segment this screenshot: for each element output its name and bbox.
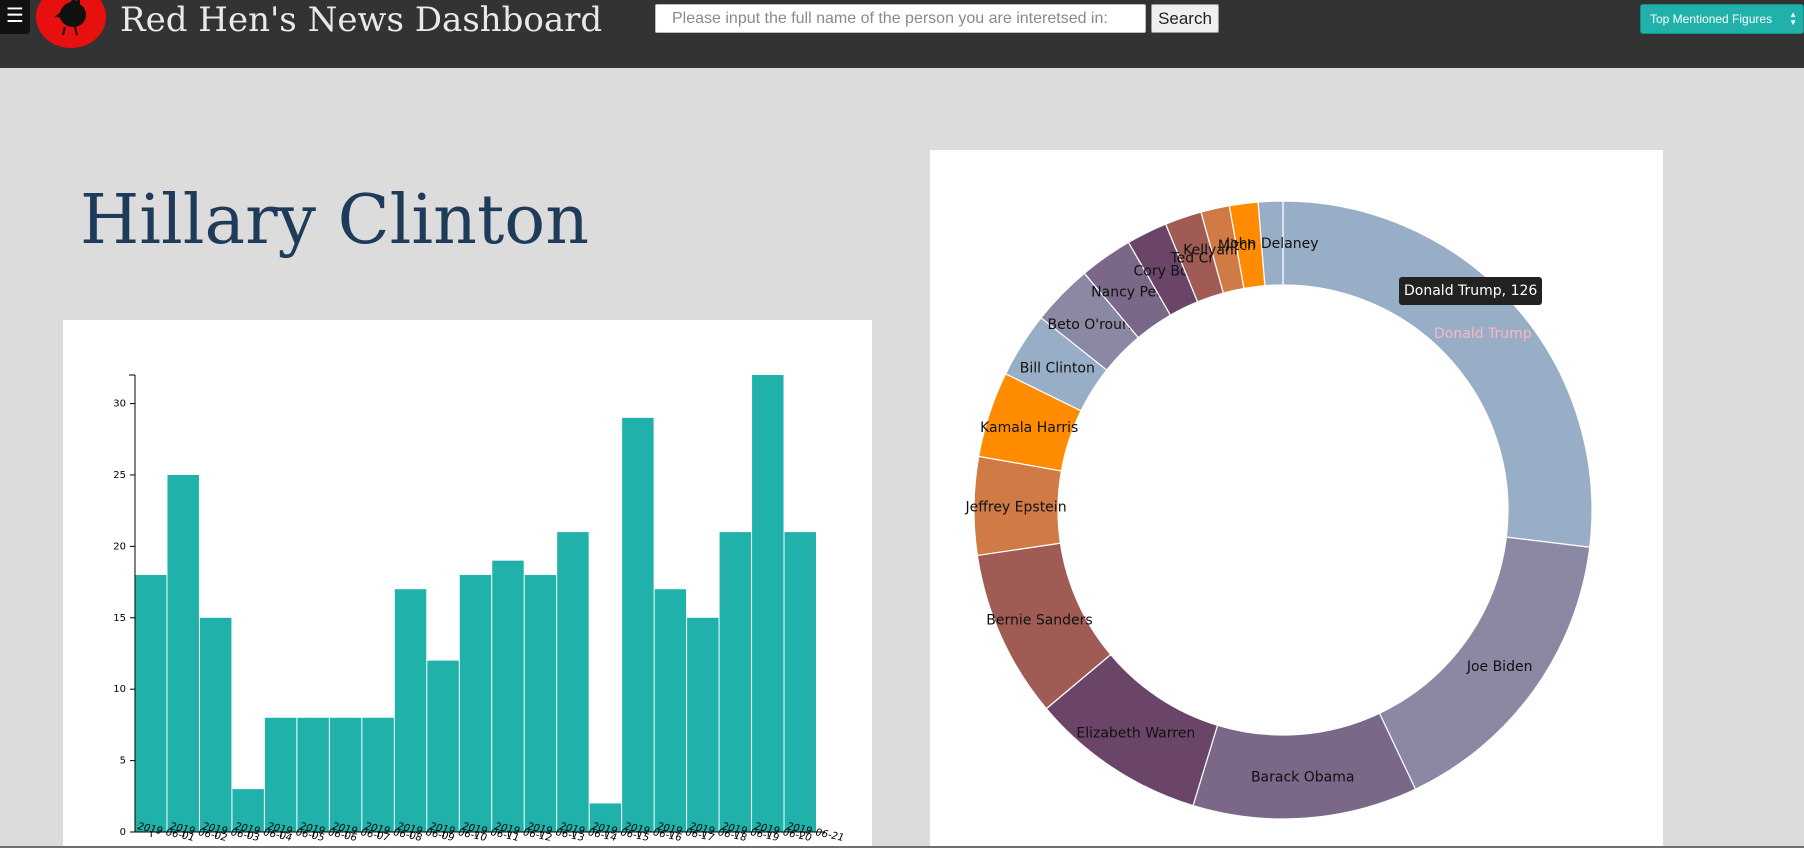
figures-select-label: Top Mentioned Figures — [1650, 12, 1773, 26]
donut-label-donald-trump: Donald Trump — [1434, 326, 1532, 342]
donut-label-jeffrey-epstein: Jeffrey Epstein — [964, 499, 1066, 515]
donut-slice-donald-trump[interactable] — [1282, 200, 1593, 548]
hamburger-menu-icon[interactable]: ☰ — [0, 0, 30, 34]
bar-2019-06-08[interactable] — [362, 717, 394, 832]
y-tick-label: 0 — [120, 827, 126, 838]
y-tick-label: 5 — [120, 756, 126, 767]
person-name-heading: Hillary Clinton — [80, 181, 590, 260]
bar-2019-06-18[interactable] — [687, 617, 719, 832]
rooster-icon — [54, 0, 87, 36]
y-tick-label: 10 — [113, 684, 126, 695]
bar-2019-06-02[interactable] — [167, 474, 199, 832]
bar-2019-06-10[interactable] — [427, 660, 459, 832]
bar-2019-06-05[interactable] — [264, 717, 297, 832]
bar-2019-06-12[interactable] — [492, 560, 524, 832]
bar-2019-06-03[interactable] — [199, 617, 232, 832]
mentions-bar-chart: 0510152025302019-06-012019-06-022019-06-… — [113, 374, 845, 844]
mentions-bar-chart-panel: 0 5 10 15 20 25 30 2019-06-01 2019-06-02 2019-06-… — [63, 320, 872, 848]
bar-2019-06-09[interactable] — [394, 589, 427, 832]
top-navbar: ☰ Red Hen's News Dashboard Search Top Me… — [0, 0, 1804, 68]
donut-label-barack-obama: Barack Obama — [1251, 769, 1354, 785]
bar-2019-06-21[interactable] — [784, 532, 816, 832]
bar-2019-06-13[interactable] — [524, 574, 557, 832]
donut-slice-barack-obama[interactable] — [1192, 712, 1417, 820]
person-search-input[interactable] — [655, 4, 1146, 33]
donut-label-bernie-sanders: Bernie Sanders — [986, 613, 1092, 629]
y-tick-label: 30 — [113, 399, 126, 410]
donut-label-joe-biden: Joe Biden — [1466, 659, 1533, 675]
select-updown-icon: ▲ ▼ — [1789, 10, 1797, 27]
bar-2019-06-20[interactable] — [752, 375, 784, 832]
donut-tooltip: Donald Trump, 126 — [1399, 277, 1543, 305]
rooster-logo-icon[interactable] — [36, 0, 106, 48]
donut-label-john-delaney: John Delaney — [1225, 236, 1319, 252]
bar-2019-06-19[interactable] — [719, 532, 752, 832]
donut-label-bill-clinton: Bill Clinton — [1020, 360, 1095, 376]
bar-2019-06-16[interactable] — [622, 417, 654, 832]
donut-label-elizabeth-warren: Elizabeth Warren — [1076, 726, 1195, 742]
bar-2019-06-06[interactable] — [297, 717, 329, 832]
figures-donut-chart-panel: Donald Trump Joe Biden Barack Obama Elizabe… — [930, 150, 1663, 848]
y-tick-label: 15 — [113, 613, 126, 624]
bar-2019-06-07[interactable] — [329, 717, 362, 832]
figures-donut-chart: Donald Trump Joe Biden Barack Obama Elizabe… — [964, 200, 1593, 820]
app-title: Red Hen's News Dashboard — [120, 0, 603, 40]
bar-2019-06-01[interactable] — [135, 574, 167, 832]
y-tick-label: 25 — [113, 470, 126, 481]
top-mentioned-figures-select[interactable]: Top Mentioned Figures ▲ ▼ — [1640, 4, 1804, 34]
y-tick-label: 20 — [113, 541, 126, 552]
search-button[interactable]: Search — [1151, 4, 1219, 33]
bar-2019-06-17[interactable] — [654, 589, 687, 832]
donut-label-kamala-harris: Kamala Harris — [980, 420, 1078, 436]
bar-2019-06-14[interactable] — [557, 532, 589, 832]
bar-2019-06-11[interactable] — [459, 574, 492, 832]
